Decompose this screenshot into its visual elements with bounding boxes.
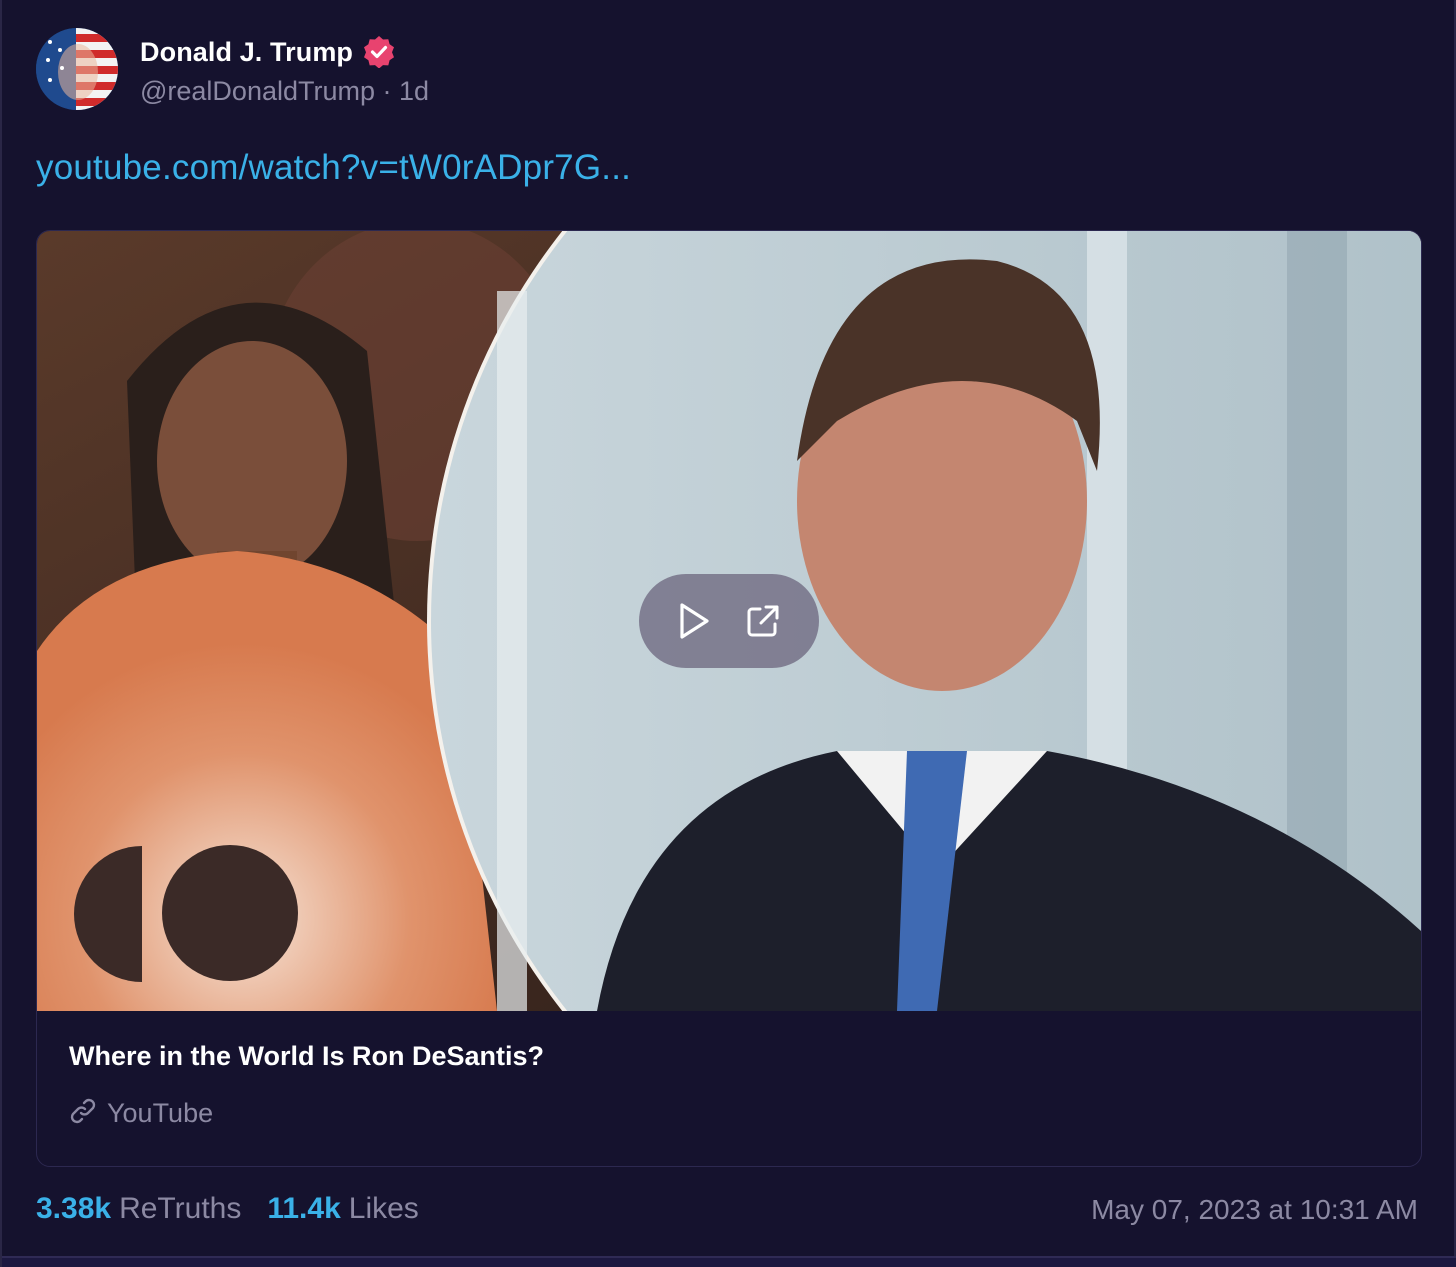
post-card: Donald J. Trump @realDonaldTrump · 1d yo… — [0, 0, 1456, 1267]
post-timestamp: May 07, 2023 at 10:31 AM — [1091, 1194, 1418, 1225]
link-preview-card[interactable]: Where in the World Is Ron DeSantis? YouT… — [36, 230, 1422, 1167]
author-avatar[interactable] — [36, 28, 118, 110]
likes-label[interactable]: Likes — [349, 1192, 419, 1226]
author-name[interactable]: Donald J. Trump — [140, 37, 353, 68]
card-source-label: YouTube — [107, 1098, 214, 1128]
video-controls — [639, 574, 819, 668]
author-handle[interactable]: @realDonaldTrump — [140, 76, 375, 106]
divider — [2, 1256, 1456, 1267]
likes-count[interactable]: 11.4k — [267, 1192, 340, 1226]
link-icon — [69, 1097, 97, 1130]
card-title[interactable]: Where in the World Is Ron DeSantis? — [69, 1041, 544, 1072]
retruths-count[interactable]: 3.38k — [36, 1192, 111, 1226]
retruths-label[interactable]: ReTruths — [119, 1192, 241, 1226]
post-stats: 3.38k ReTruths 11.4k Likes — [36, 1192, 419, 1226]
post-age[interactable]: 1d — [399, 76, 429, 106]
post-link[interactable]: youtube.com/watch?v=tW0rADpr7G... — [36, 148, 631, 188]
video-thumbnail[interactable] — [37, 231, 1421, 1011]
post-meta: @realDonaldTrump · 1d — [140, 76, 429, 107]
meta-separator: · — [382, 76, 392, 106]
external-link-icon[interactable] — [745, 603, 781, 639]
play-icon[interactable] — [677, 602, 711, 640]
author-header: Donald J. Trump — [140, 32, 395, 72]
verified-badge-icon — [364, 36, 395, 68]
card-source: YouTube — [69, 1097, 213, 1130]
